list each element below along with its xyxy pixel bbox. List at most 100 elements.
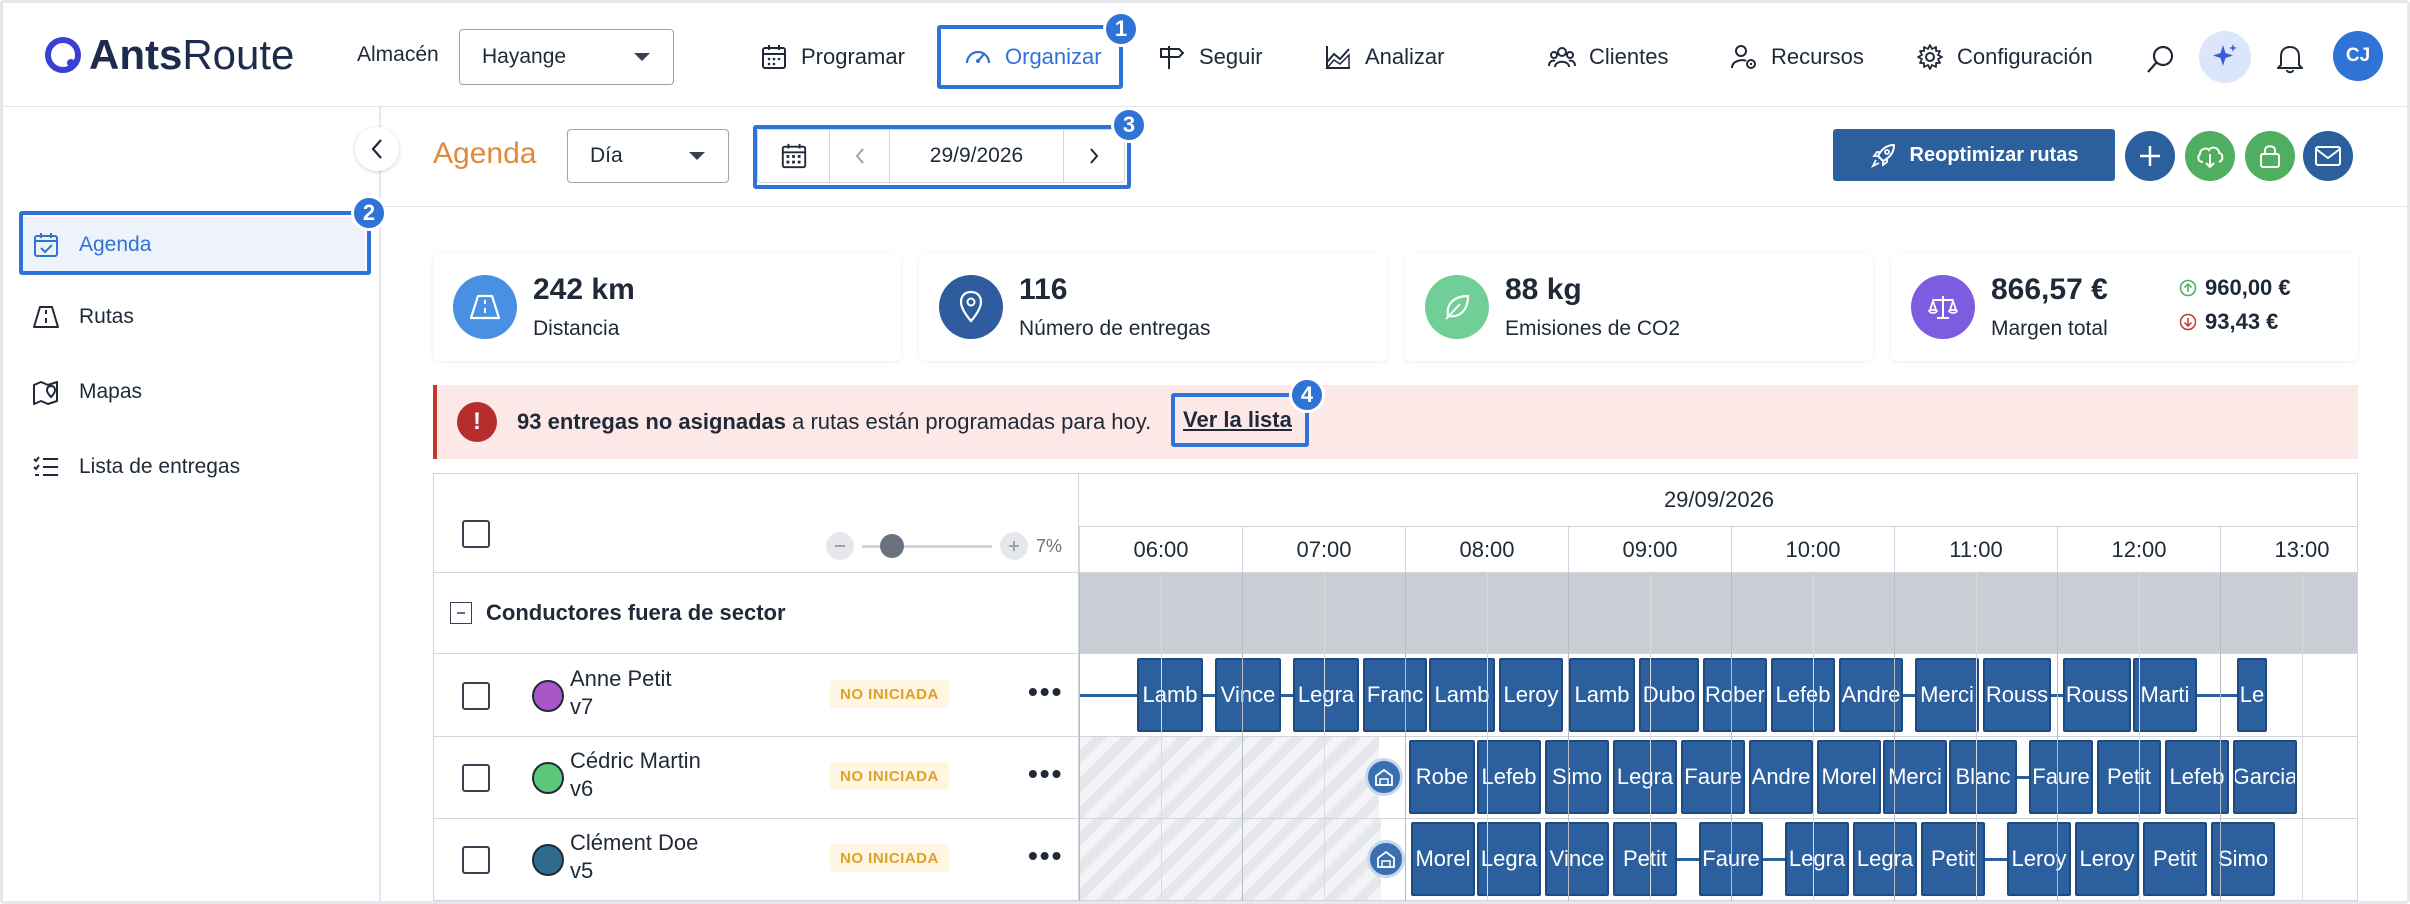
delivery-task[interactable]: Vince: [1545, 822, 1609, 896]
nav-recursos[interactable]: Recursos: [1729, 37, 1864, 77]
delivery-task[interactable]: Rouss: [2063, 658, 2131, 732]
email-button[interactable]: [2303, 131, 2353, 181]
grid-line: [1568, 573, 1569, 901]
nav-clientes-label: Clientes: [1589, 44, 1669, 69]
delivery-task[interactable]: Leroy: [2075, 822, 2139, 896]
delivery-task[interactable]: Merci: [1883, 740, 1947, 814]
select-all-checkbox[interactable]: [462, 520, 490, 548]
nav-analizar-label: Analizar: [1365, 44, 1445, 69]
co2-value: 88 kg: [1505, 273, 1582, 306]
add-button[interactable]: [2125, 131, 2175, 181]
driver-color-dot: [532, 844, 564, 876]
signpost-icon: [1160, 46, 1185, 69]
view-select[interactable]: Día: [567, 129, 729, 183]
delivery-task[interactable]: Petit: [1613, 822, 1677, 896]
nav-configuracion[interactable]: Configuración: [1915, 37, 2093, 77]
delivery-task[interactable]: Faure: [2029, 740, 2093, 814]
delivery-task[interactable]: Faure: [1681, 740, 1745, 814]
import-button[interactable]: [2185, 131, 2235, 181]
driver-checkbox[interactable]: [462, 846, 490, 874]
zoom-out-button[interactable]: [826, 532, 854, 560]
step-badge-3: 3: [1111, 107, 1147, 143]
grid-line: [1405, 573, 1406, 901]
distance-value: 242 km: [533, 273, 635, 306]
unavailable-period: [1079, 737, 1379, 818]
delivery-task[interactable]: Andre: [1749, 740, 1813, 814]
nav-clientes[interactable]: Clientes: [1547, 37, 1668, 77]
delivery-task[interactable]: Garcia: [2233, 740, 2297, 814]
delivery-task[interactable]: Merci: [1915, 658, 1979, 732]
depot-icon: [1367, 840, 1405, 878]
delivery-task[interactable]: Morel: [1817, 740, 1881, 814]
route-connector: [1203, 694, 1215, 697]
nav-analizar[interactable]: Analizar: [1323, 37, 1444, 77]
zoom-in-button[interactable]: [1000, 532, 1028, 560]
row-actions-menu[interactable]: •••: [1028, 676, 1063, 708]
delivery-task[interactable]: Marti: [2133, 658, 2197, 732]
antsroute-logo[interactable]: AntsRoute: [43, 31, 294, 79]
user-avatar[interactable]: CJ: [2333, 31, 2383, 81]
row-divider: [434, 818, 2357, 819]
scale-icon: [1911, 275, 1975, 339]
delivery-task[interactable]: Petit: [2097, 740, 2161, 814]
warehouse-select[interactable]: Hayange: [459, 29, 674, 85]
delivery-task[interactable]: Dubo: [1639, 658, 1699, 732]
delivery-task[interactable]: Franc: [1363, 658, 1427, 732]
step-badge-1: 1: [1103, 11, 1139, 47]
nav-seguir[interactable]: Seguir: [1157, 37, 1263, 77]
delivery-task[interactable]: Le: [2237, 658, 2267, 732]
delivery-task[interactable]: Legra: [1293, 658, 1359, 732]
delivery-task[interactable]: Lefeb: [1771, 658, 1835, 732]
lock-button[interactable]: [2245, 131, 2295, 181]
delivery-task[interactable]: Morel: [1411, 822, 1475, 896]
hour-header: 11:00: [1894, 526, 2057, 572]
view-select-value: Día: [590, 144, 623, 167]
driver-checkbox[interactable]: [462, 682, 490, 710]
logo-ring-icon: [45, 37, 81, 73]
driver-color-dot: [532, 680, 564, 712]
margin-down-value: 93,43 €: [2205, 309, 2279, 334]
ai-assistant-button[interactable]: [2199, 31, 2251, 83]
row-actions-menu[interactable]: •••: [1028, 758, 1063, 790]
delivery-task[interactable]: Legra: [1785, 822, 1849, 896]
road-icon: [33, 306, 59, 328]
highlight-view-list: [1171, 393, 1309, 447]
zoom-slider[interactable]: [862, 534, 992, 558]
collapse-group-button[interactable]: [450, 602, 472, 624]
delivery-task[interactable]: Rober: [1703, 658, 1767, 732]
delivery-task[interactable]: Legra: [1613, 740, 1677, 814]
delivery-task[interactable]: Blanc: [1949, 740, 2017, 814]
chevron-down-icon: [634, 53, 650, 61]
sidebar-item-lista-de-entregas[interactable]: Lista de entregas: [21, 439, 365, 495]
grid-line: [1975, 573, 1977, 901]
zoom-slider-handle[interactable]: [880, 534, 904, 558]
collapse-sidebar-button[interactable]: [355, 127, 399, 171]
delivery-task[interactable]: Vince: [1215, 658, 1281, 732]
delivery-task[interactable]: Rouss: [1983, 658, 2051, 732]
delivery-task[interactable]: Lamb: [1429, 658, 1495, 732]
hour-header: 07:00: [1242, 526, 1405, 572]
grid-line: [1160, 573, 1162, 901]
delivery-task[interactable]: Leroy: [1499, 658, 1563, 732]
driver-name: Clément Doe: [570, 830, 699, 855]
nav-programar[interactable]: Programar: [759, 37, 905, 77]
zoom-control: 7%: [826, 532, 1062, 560]
agenda-timeline: 7% 29/09/2026 06:00 07:00 08:00 09:00 10:00 1…: [433, 473, 2358, 901]
route-connector: [1677, 858, 1699, 861]
delivery-task[interactable]: Robe: [1409, 740, 1475, 814]
delivery-task[interactable]: Lamb: [1569, 658, 1635, 732]
delivery-task[interactable]: Legra: [1853, 822, 1917, 896]
bell-icon[interactable]: [2275, 41, 2305, 75]
row-divider: [434, 900, 2357, 901]
delivery-task[interactable]: Simo: [1545, 740, 1609, 814]
driver-checkbox[interactable]: [462, 764, 490, 792]
reoptimize-routes-button[interactable]: Reoptimizar rutas: [1833, 129, 2115, 181]
sidebar-item-mapas[interactable]: Mapas: [21, 364, 365, 420]
row-actions-menu[interactable]: •••: [1028, 840, 1063, 872]
delivery-task[interactable]: Leroy: [2007, 822, 2071, 896]
deliveries-label: Número de entregas: [1019, 317, 1211, 340]
delivery-task[interactable]: Lamb: [1137, 658, 1203, 732]
search-icon[interactable]: [2145, 43, 2177, 75]
sidebar-item-rutas[interactable]: Rutas: [21, 289, 365, 345]
delivery-task[interactable]: Petit: [2143, 822, 2207, 896]
